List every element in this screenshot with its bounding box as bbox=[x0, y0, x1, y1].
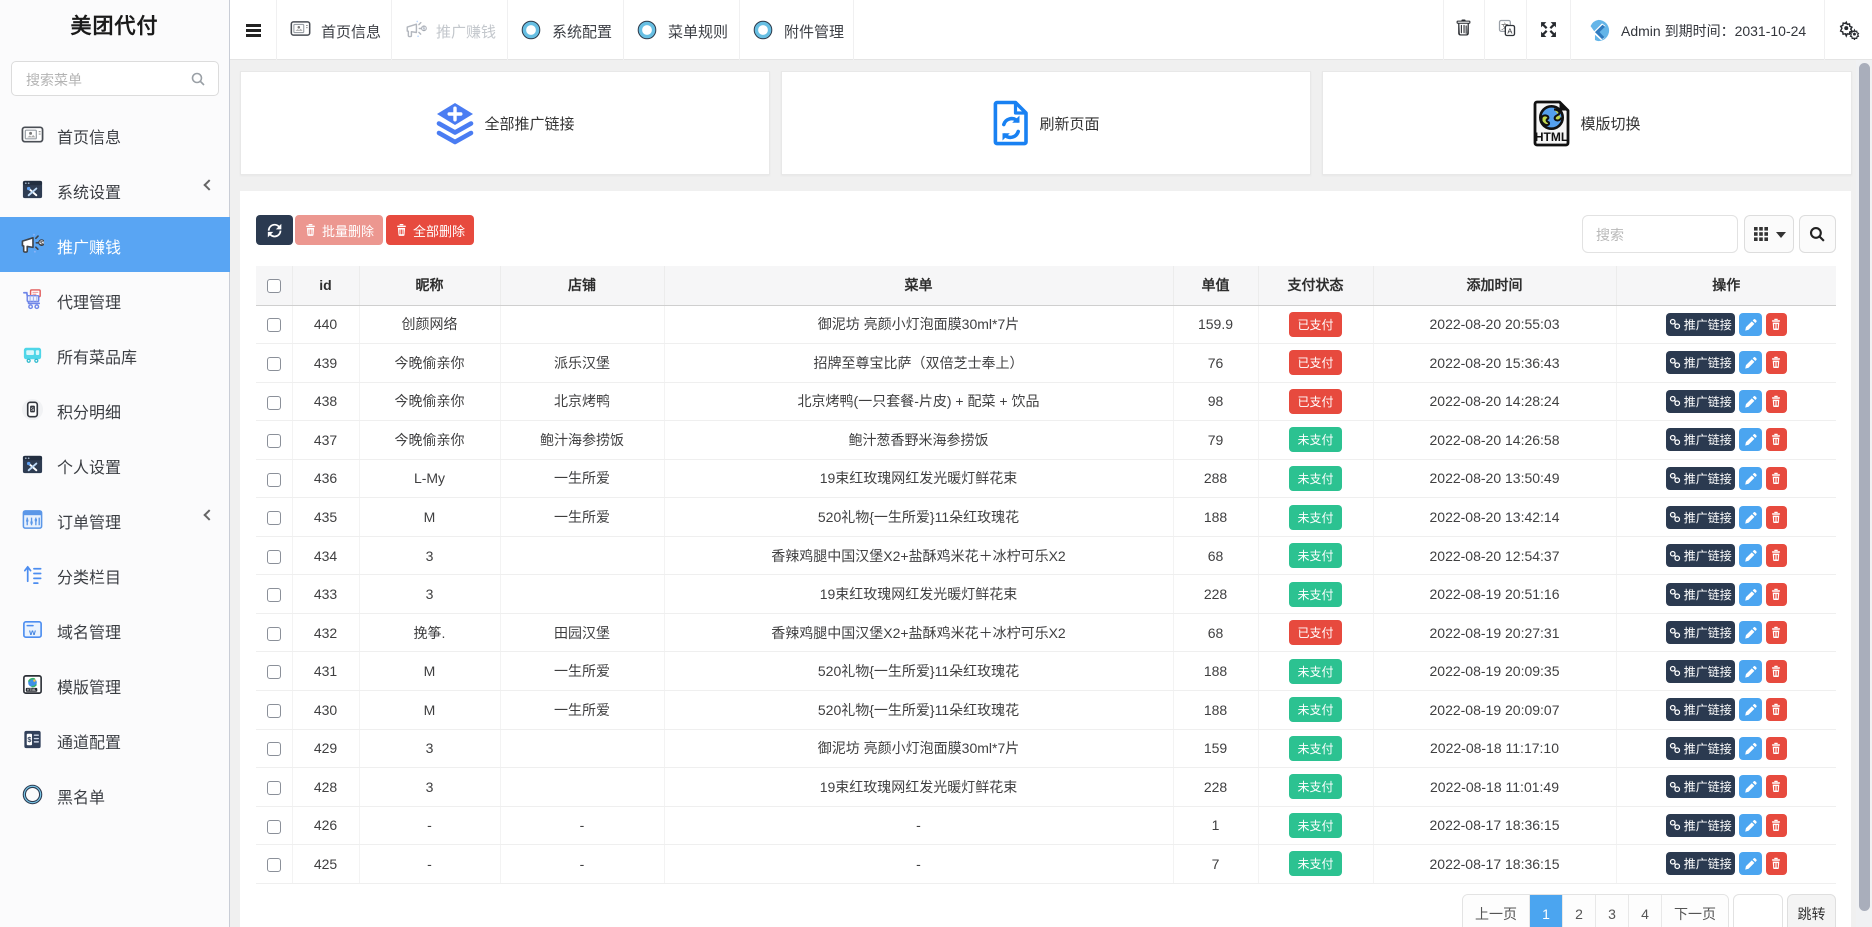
svg-text:w: w bbox=[28, 627, 36, 637]
svg-text:HTML: HTML bbox=[27, 688, 36, 692]
svg-text:$: $ bbox=[27, 736, 31, 744]
svg-text:s: s bbox=[31, 406, 34, 413]
svg-text:HTML: HTML bbox=[1535, 130, 1568, 144]
svg-text:A: A bbox=[1507, 26, 1512, 35]
svg-text:$: $ bbox=[423, 26, 426, 32]
